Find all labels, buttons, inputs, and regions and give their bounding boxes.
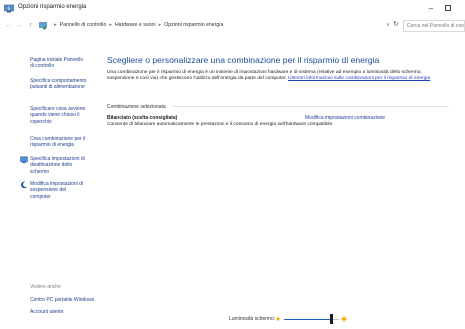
forward-button[interactable]: → — [14, 21, 23, 31]
maximize-icon — [445, 5, 451, 11]
address-path[interactable]: ▸ Pannello di controllo ▸ Hardware e suoni ▸… — [37, 20, 383, 32]
refresh-icon[interactable]: ↻ — [393, 20, 399, 28]
breadcrumb-power-options[interactable]: Opzioni risparmio energia — [164, 22, 223, 28]
plan-name: Bilanciato (scelta consigliata) — [107, 115, 178, 121]
sidebar: Pagina iniziale Pannello di controllo Sp… — [0, 34, 94, 329]
sidebar-item-create-plan[interactable]: Crea combinazione per il risparmio di en… — [30, 136, 88, 149]
sidebar-item-label: Modifica impostazioni di sospensione del… — [30, 181, 84, 200]
back-button[interactable]: ← — [4, 21, 13, 31]
power-options-icon — [4, 4, 14, 13]
sidebar-item-mobility-center[interactable]: Centro PC portatile Windows — [30, 297, 94, 303]
brightness-slider-thumb[interactable] — [330, 314, 333, 324]
sidebar-item-home[interactable]: Pagina iniziale Pannello di controllo — [30, 57, 88, 70]
sidebar-item-lid[interactable]: Specificare cosa avviene quando viene ch… — [30, 106, 88, 125]
main-content: Scegliere o personalizzare una combinazi… — [100, 34, 465, 329]
chevron-down-icon[interactable]: ∨ — [386, 22, 390, 28]
see-also-heading: Vedere anche — [30, 284, 61, 290]
breadcrumb-control-panel[interactable]: Pannello di controllo — [60, 22, 107, 28]
page-title: Scegliere o personalizzare una combinazi… — [107, 55, 380, 65]
section-label: Combinazione selezionata — [107, 104, 166, 110]
control-panel-icon — [39, 22, 47, 30]
intro-text: Una combinazione per il risparmio di ene… — [107, 70, 447, 82]
address-bar: ← → ↑ ▸ Pannello di controllo ▸ Hardware e … — [0, 18, 465, 34]
breadcrumb-hardware[interactable]: Hardware e suoni — [115, 22, 156, 28]
sidebar-item-display-off[interactable]: Specifica impostazioni di disattivazione… — [20, 156, 88, 175]
plan-description: Consente di bilanciare automaticamente l… — [107, 122, 334, 127]
sidebar-item-power-buttons[interactable]: Specifica comportamento pulsanti di alim… — [30, 78, 88, 91]
window-title: Opzioni risparmio energia — [18, 4, 87, 10]
more-info-link[interactable]: Ulteriori informazioni sulle combinazion… — [288, 76, 430, 81]
brightness-bar: Luminosità schermo: — [0, 311, 465, 329]
sidebar-item-label: Specifica impostazioni di disattivazione… — [30, 156, 85, 175]
up-button[interactable]: ↑ — [26, 21, 35, 31]
sun-large-icon — [340, 315, 348, 323]
maximize-button[interactable] — [440, 1, 456, 16]
sidebar-item-sleep[interactable]: Modifica impostazioni di sospensione del… — [21, 181, 88, 200]
change-plan-settings-link[interactable]: Modifica impostazioni combinazione — [305, 115, 385, 121]
section-divider — [172, 106, 449, 107]
minimize-button[interactable]: – — [423, 1, 439, 16]
sun-small-icon — [276, 317, 280, 321]
search-input[interactable]: Cerca nel Pannello di controllo — [403, 20, 465, 32]
moon-icon — [21, 181, 28, 189]
title-bar: Opzioni risparmio energia – — [0, 0, 465, 18]
brightness-label: Luminosità schermo: — [229, 316, 276, 322]
display-icon — [20, 156, 28, 164]
breadcrumb: ▸ Pannello di controllo ▸ Hardware e suoni ▸… — [54, 22, 224, 28]
